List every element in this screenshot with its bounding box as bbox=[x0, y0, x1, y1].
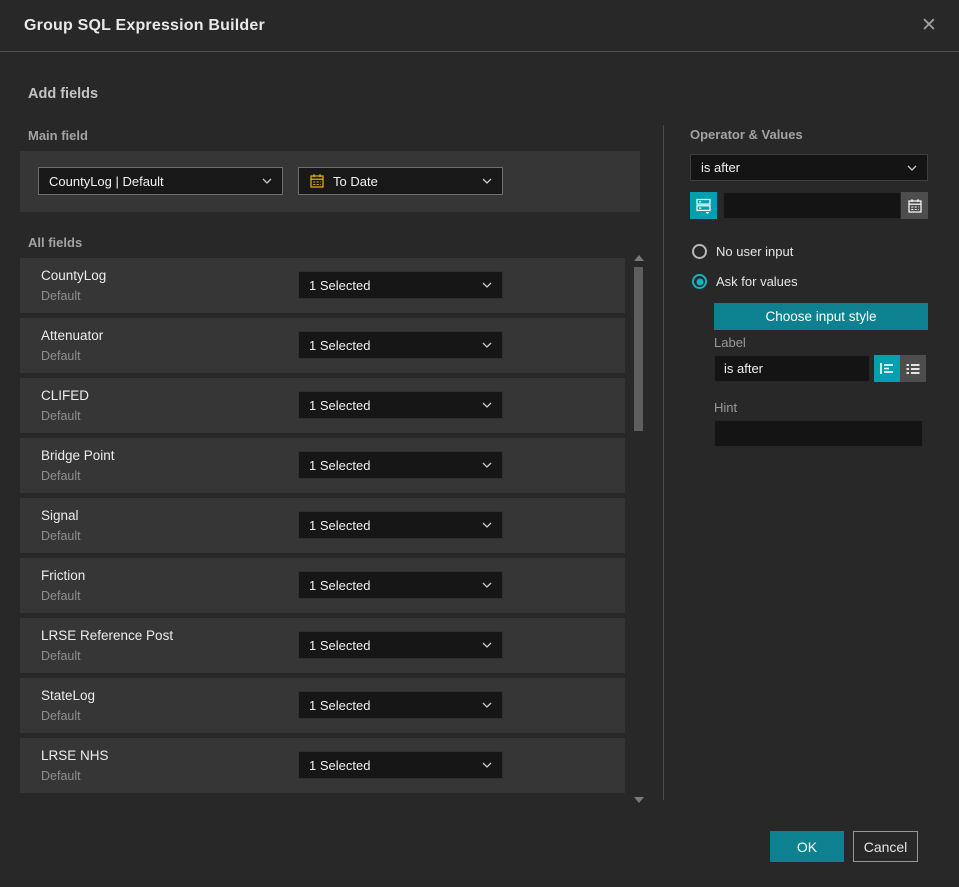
field-row-countylog: CountyLog Default 1 Selected bbox=[20, 258, 625, 313]
selection-count: 1 Selected bbox=[309, 757, 371, 773]
field-selection-dropdown[interactable]: 1 Selected bbox=[298, 271, 503, 299]
field-name: Signal bbox=[41, 508, 79, 523]
vertical-divider bbox=[663, 125, 664, 800]
field-row-friction: Friction Default 1 Selected bbox=[20, 558, 625, 613]
field-subtitle: Default bbox=[41, 289, 81, 303]
field-subtitle: Default bbox=[41, 709, 81, 723]
chevron-down-icon bbox=[482, 702, 492, 708]
field-selection-dropdown[interactable]: 1 Selected bbox=[298, 751, 503, 779]
dialog-title: Group SQL Expression Builder bbox=[24, 16, 265, 34]
selection-count: 1 Selected bbox=[309, 517, 371, 533]
operator-values-label: Operator & Values bbox=[690, 127, 803, 142]
field-name: Bridge Point bbox=[41, 448, 115, 463]
field-name: StateLog bbox=[41, 688, 96, 703]
main-field-select-value: CountyLog | Default bbox=[49, 173, 164, 189]
field-subtitle: Default bbox=[41, 529, 81, 543]
selection-count: 1 Selected bbox=[309, 577, 371, 593]
field-selection-dropdown[interactable]: 1 Selected bbox=[298, 451, 503, 479]
chevron-down-icon bbox=[482, 462, 492, 468]
selection-count: 1 Selected bbox=[309, 397, 371, 413]
field-subtitle: Default bbox=[41, 649, 81, 663]
main-field-type-value: To Date bbox=[333, 173, 378, 189]
chevron-down-icon bbox=[482, 402, 492, 408]
field-subtitle: Default bbox=[41, 589, 81, 603]
field-selection-dropdown[interactable]: 1 Selected bbox=[298, 511, 503, 539]
field-subtitle: Default bbox=[41, 769, 81, 783]
field-row-lrse-reference-post: LRSE Reference Post Default 1 Selected bbox=[20, 618, 625, 673]
chevron-down-icon bbox=[262, 178, 272, 184]
chevron-down-icon bbox=[482, 582, 492, 588]
chevron-down-icon bbox=[907, 165, 917, 171]
field-row-statelog: StateLog Default 1 Selected bbox=[20, 678, 625, 733]
cancel-button[interactable]: Cancel bbox=[853, 831, 918, 862]
main-field-select[interactable]: CountyLog | Default bbox=[38, 167, 283, 195]
field-subtitle: Default bbox=[41, 409, 81, 423]
field-name: LRSE Reference Post bbox=[41, 628, 174, 643]
selection-count: 1 Selected bbox=[309, 337, 371, 353]
field-name: CLIFED bbox=[41, 388, 90, 403]
field-name: LRSE NHS bbox=[41, 748, 109, 763]
label-field-label: Label bbox=[714, 335, 746, 350]
field-row-clifed: CLIFED Default 1 Selected bbox=[20, 378, 625, 433]
field-selection-dropdown[interactable]: 1 Selected bbox=[298, 691, 503, 719]
selection-count: 1 Selected bbox=[309, 637, 371, 653]
chevron-down-icon bbox=[482, 178, 492, 184]
align-left-icon[interactable] bbox=[874, 355, 900, 382]
radio-label: Ask for values bbox=[716, 274, 798, 289]
field-name: Friction bbox=[41, 568, 86, 583]
radio-ask-for-values[interactable]: Ask for values bbox=[692, 274, 798, 289]
label-input[interactable] bbox=[714, 355, 870, 382]
hint-field-label: Hint bbox=[714, 400, 738, 415]
operator-select-value: is after bbox=[701, 160, 741, 175]
field-subtitle: Default bbox=[41, 469, 81, 483]
field-subtitle: Default bbox=[41, 349, 81, 363]
chevron-down-icon bbox=[482, 522, 492, 528]
chevron-down-icon bbox=[482, 762, 492, 768]
main-field-panel: CountyLog | Default To Date bbox=[20, 151, 640, 212]
close-icon[interactable]: ✕ bbox=[915, 12, 943, 40]
radio-circle-selected-icon bbox=[692, 274, 707, 289]
field-selection-dropdown[interactable]: 1 Selected bbox=[298, 331, 503, 359]
dialog-header: Group SQL Expression Builder ✕ bbox=[0, 0, 959, 52]
selection-count: 1 Selected bbox=[309, 277, 371, 293]
main-field-label: Main field bbox=[28, 128, 88, 143]
field-selection-dropdown[interactable]: 1 Selected bbox=[298, 391, 503, 419]
value-input[interactable] bbox=[723, 192, 901, 219]
field-row-signal: Signal Default 1 Selected bbox=[20, 498, 625, 553]
scroll-down-arrow-icon[interactable] bbox=[634, 797, 644, 803]
field-selection-dropdown[interactable]: 1 Selected bbox=[298, 631, 503, 659]
chevron-down-icon bbox=[482, 282, 492, 288]
operator-select[interactable]: is after bbox=[690, 154, 928, 181]
scrollbar-thumb[interactable] bbox=[634, 267, 643, 431]
hint-input[interactable] bbox=[714, 420, 923, 447]
selection-count: 1 Selected bbox=[309, 457, 371, 473]
field-name: Attenuator bbox=[41, 328, 104, 343]
radio-label: No user input bbox=[716, 244, 794, 259]
calendar-icon[interactable] bbox=[901, 192, 928, 219]
stacked-values-icon[interactable] bbox=[690, 192, 717, 219]
selection-count: 1 Selected bbox=[309, 697, 371, 713]
field-selection-dropdown[interactable]: 1 Selected bbox=[298, 571, 503, 599]
all-fields-list: CountyLog Default 1 Selected Attenuator … bbox=[20, 258, 625, 793]
group-sql-expression-builder-dialog: Group SQL Expression Builder ✕ Add field… bbox=[0, 0, 959, 887]
calendar-icon bbox=[309, 173, 325, 189]
ok-button[interactable]: OK bbox=[770, 831, 844, 862]
field-name: CountyLog bbox=[41, 268, 107, 283]
list-scrollbar[interactable] bbox=[630, 253, 648, 805]
add-fields-heading: Add fields bbox=[28, 86, 99, 102]
chevron-down-icon bbox=[482, 642, 492, 648]
list-icon[interactable] bbox=[900, 355, 926, 382]
field-row-lrse-nhs: LRSE NHS Default 1 Selected bbox=[20, 738, 625, 793]
field-row-attenuator: Attenuator Default 1 Selected bbox=[20, 318, 625, 373]
all-fields-label: All fields bbox=[28, 235, 83, 250]
field-row-bridge-point: Bridge Point Default 1 Selected bbox=[20, 438, 625, 493]
scroll-up-arrow-icon[interactable] bbox=[634, 255, 644, 261]
chevron-down-icon bbox=[482, 342, 492, 348]
choose-input-style-button[interactable]: Choose input style bbox=[714, 303, 928, 330]
radio-no-user-input[interactable]: No user input bbox=[692, 244, 793, 259]
radio-circle-icon bbox=[692, 244, 707, 259]
main-field-type-select[interactable]: To Date bbox=[298, 167, 503, 195]
